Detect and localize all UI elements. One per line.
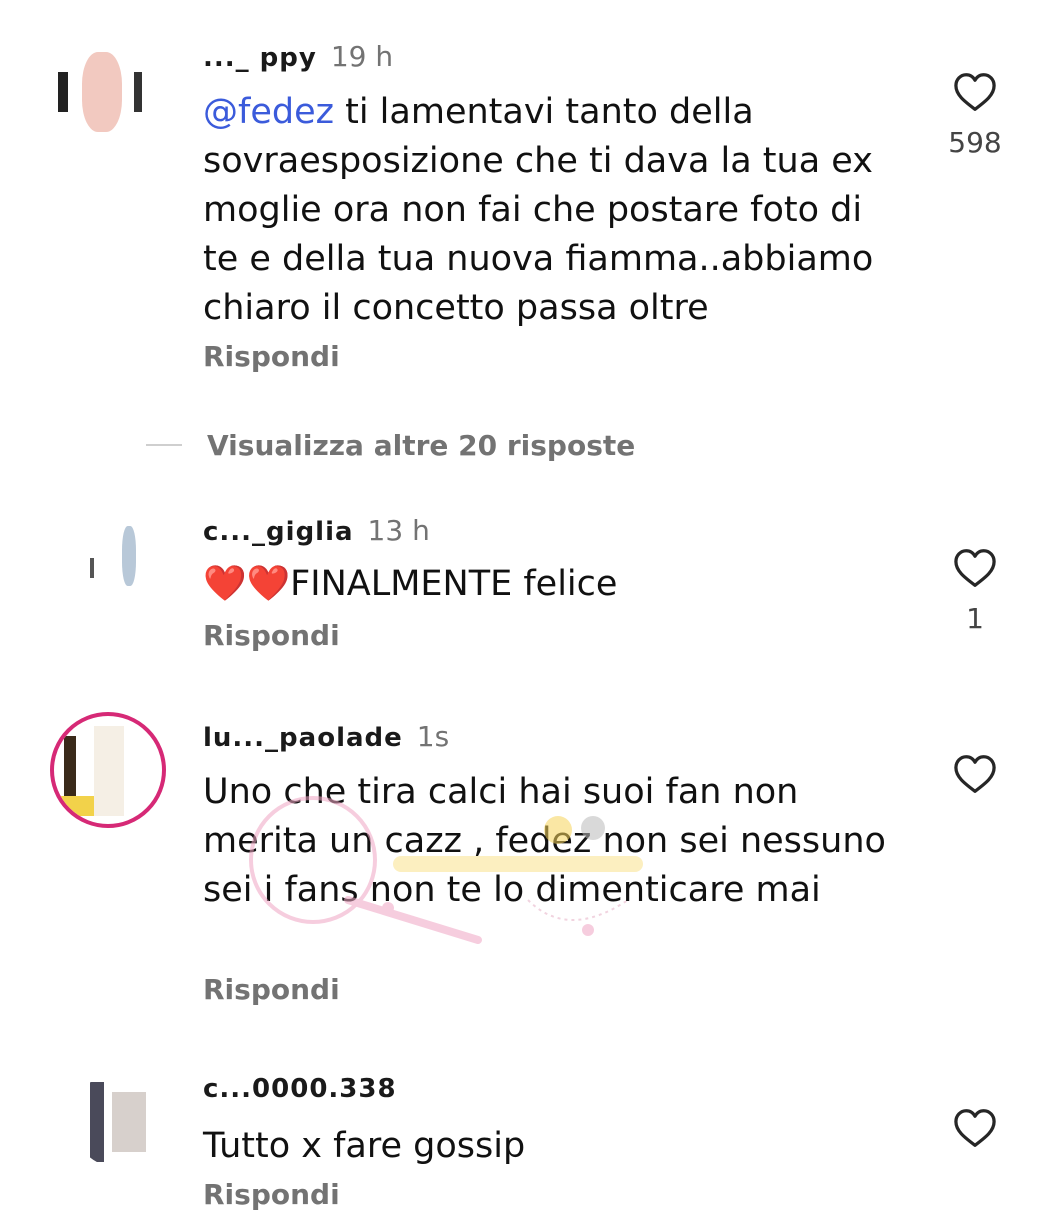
comment-time: 13 h (367, 514, 430, 547)
avatar[interactable] (80, 518, 160, 598)
heart-outline-icon[interactable] (953, 72, 997, 112)
heart-outline-icon[interactable] (953, 754, 997, 794)
reply-button[interactable]: Rispondi (203, 619, 340, 652)
reply-button[interactable]: Rispondi (203, 340, 340, 373)
avatar[interactable] (50, 712, 166, 828)
heart-outline-icon[interactable] (953, 1108, 997, 1148)
view-more-label[interactable]: Visualizza altre 20 risposte (207, 429, 635, 462)
like-button[interactable] (935, 1108, 1015, 1162)
view-more-replies[interactable]: Visualizza altre 20 risposte (146, 425, 635, 465)
like-count: 598 (948, 126, 1002, 159)
mention-link[interactable]: @fedez (203, 92, 334, 132)
like-button[interactable]: 1 (935, 548, 1015, 635)
comment-text: Tutto x fare gossip (203, 1126, 526, 1166)
reply-button[interactable]: Rispondi (203, 1178, 340, 1211)
like-button[interactable] (935, 754, 1015, 808)
comment-text: Uno che tira calci hai suoi fan non meri… (203, 772, 886, 910)
comment-time: 1s (416, 720, 450, 753)
reply-button[interactable]: Rispondi (203, 973, 340, 1006)
comment-text: ❤️❤️FINALMENTE felice (203, 564, 618, 604)
comment-username[interactable]: c..._giglia (203, 517, 354, 547)
avatar[interactable] (72, 1072, 168, 1168)
comment-time: 19 h (330, 40, 394, 73)
heart-outline-icon[interactable] (953, 548, 997, 588)
comment-username[interactable]: lu..._paolade (203, 723, 403, 753)
like-button[interactable]: 598 (935, 72, 1015, 159)
divider (146, 444, 182, 446)
like-count: 1 (966, 602, 984, 635)
comment-username[interactable]: ..._ ppy (203, 43, 317, 73)
avatar[interactable] (52, 42, 148, 138)
comment-username[interactable]: c...0000.338 (203, 1074, 397, 1104)
comment-text: @fedez ti lamentavi tanto della sovraesp… (203, 88, 903, 333)
